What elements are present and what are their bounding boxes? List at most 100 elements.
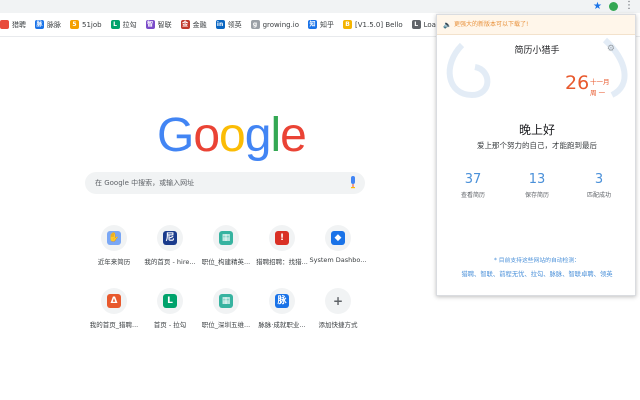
bookmark-label: 金融 bbox=[192, 20, 207, 29]
lagou-icon: L bbox=[163, 294, 177, 308]
shortcut-circle: ! bbox=[269, 225, 295, 251]
search-input[interactable]: 在 Google 中搜索，或输入网址 bbox=[95, 178, 194, 188]
more-menu-icon[interactable]: ⋮ bbox=[624, 0, 634, 11]
bookmark-label: growing.io bbox=[262, 20, 300, 29]
shortcut-circle: ▦ bbox=[213, 225, 239, 251]
shortcut-circle: + bbox=[325, 288, 351, 314]
stat-number: 3 bbox=[594, 172, 604, 187]
bookmark-favicon-icon: g bbox=[250, 20, 260, 29]
bookmark-label: 智联 bbox=[157, 20, 172, 29]
shortcut-label: 添加快捷方式 bbox=[318, 321, 358, 329]
grid-icon: ▦ bbox=[219, 231, 233, 245]
hand-icon: ✋ bbox=[107, 231, 121, 245]
shortcut-tile[interactable]: L 首页 - 拉勾 bbox=[140, 288, 200, 329]
bookmark-item[interactable]: L 拉勾 bbox=[110, 20, 137, 30]
settings-gear-icon[interactable]: ⚙ bbox=[607, 44, 615, 54]
shortcut-tile[interactable]: 尼我的首页 - hire... bbox=[140, 225, 200, 266]
shortcut-circle: L bbox=[157, 288, 183, 314]
liepin-logo-icon: Δ bbox=[107, 294, 121, 308]
hire-icon: 尼 bbox=[163, 231, 177, 245]
logo-letter: o bbox=[219, 109, 246, 162]
bookmark-item[interactable]: 脉脉脉 bbox=[35, 20, 61, 30]
speaker-icon: 🔈 bbox=[443, 21, 452, 29]
bookmark-item[interactable]: g growing.io bbox=[250, 20, 300, 29]
star-icon[interactable]: ★ bbox=[593, 1, 602, 12]
stat-viewed[interactable]: 37 查看简历 bbox=[443, 172, 503, 199]
date-month: 十一月 bbox=[590, 78, 610, 86]
shortcut-circle: 脉 bbox=[269, 288, 295, 314]
browser-toolbar: ★ ⋮ bbox=[0, 0, 640, 13]
shortcut-label: 我的首页_猎聘... bbox=[89, 321, 139, 329]
shortcut-label: 职位_构建精英... bbox=[201, 258, 251, 266]
bookmark-item[interactable]: in 领英 bbox=[215, 20, 242, 30]
stat-number: 37 bbox=[464, 172, 482, 187]
microphone-icon[interactable] bbox=[350, 176, 356, 189]
shortcut-tile[interactable]: + 添加快捷方式 bbox=[308, 288, 368, 329]
stat-matched[interactable]: 3 匹配成功 bbox=[569, 172, 629, 199]
bookmark-favicon-icon: L bbox=[411, 20, 421, 29]
motto: 爱上那个努力的自己，才能跑到最后 bbox=[477, 141, 597, 150]
bookmark-favicon-icon: 5 bbox=[70, 20, 79, 29]
bookmark-label: 51job bbox=[82, 20, 102, 29]
search-box[interactable]: 在 Google 中搜索，或输入网址 bbox=[85, 172, 365, 194]
bookmark-item[interactable]: 知知乎 bbox=[308, 20, 334, 30]
shortcut-circle: ▦ bbox=[213, 288, 239, 314]
shortcut-label: System Dashbo... bbox=[309, 256, 367, 264]
bookmark-label: 脉脉 bbox=[47, 20, 61, 29]
support-note: * 目前支持这些网站的自动检测： bbox=[494, 258, 580, 264]
bookmark-favicon-icon: 金 bbox=[180, 20, 190, 29]
google-logo: Google bbox=[157, 108, 307, 163]
extension-icon[interactable] bbox=[609, 2, 618, 11]
bookmark-item[interactable]: B [V1.5.0] Bello bbox=[343, 20, 403, 29]
bookmark-item[interactable]: 猎聘 bbox=[0, 20, 26, 30]
bookmark-favicon-icon: 知 bbox=[308, 20, 318, 29]
date-weekday: 周 一 bbox=[590, 89, 606, 97]
shortcut-circle: ✋ bbox=[101, 225, 127, 251]
bookmark-favicon-icon: in bbox=[215, 20, 225, 29]
shortcut-tile[interactable]: 脉脉脉·成就职业... bbox=[252, 288, 312, 329]
shortcut-label: 我的首页 - hire... bbox=[144, 258, 196, 266]
shortcut-tile[interactable]: Δ 我的首页_猎聘... bbox=[84, 288, 144, 329]
bookmark-favicon-icon: 智 bbox=[145, 20, 155, 29]
shortcut-tile[interactable]: ▦ 职位_深圳五维... bbox=[196, 288, 256, 329]
shortcut-tile[interactable]: ✋ 近年来简历 bbox=[84, 225, 144, 266]
resume-hunter-popup: 🔈 更强大的新版本可以下载了! 简历小猎手 ⚙ 26 十一月 周 一 晚上好 爱… bbox=[436, 14, 636, 296]
update-notice[interactable]: 🔈 更强大的新版本可以下载了! bbox=[437, 15, 635, 35]
bookmark-item[interactable]: 智智联 bbox=[145, 20, 172, 30]
shortcut-tile[interactable]: ! 猎聘招聘：找猎... bbox=[252, 225, 312, 266]
bookmark-label: [V1.5.0] Bello bbox=[355, 20, 403, 29]
maimai-icon: 脉 bbox=[275, 294, 289, 308]
logo-letter: e bbox=[280, 109, 307, 162]
supported-sites-links[interactable]: 猎聘、智联、前程无忧、拉勾、脉脉、智联卓聘、领英 bbox=[437, 269, 635, 278]
stat-number: 13 bbox=[528, 172, 546, 187]
shortcut-tile[interactable]: ▦ 职位_构建精英... bbox=[196, 225, 256, 266]
bookmark-label: 拉勾 bbox=[122, 20, 137, 29]
shortcut-circle: ◆ bbox=[325, 225, 351, 251]
liepin-icon: ! bbox=[275, 231, 289, 245]
shortcut-label: 脉脉·成就职业... bbox=[258, 321, 306, 329]
shortcut-circle: Δ bbox=[101, 288, 127, 314]
stat-caption: 匹配成功 bbox=[586, 192, 611, 199]
bookmark-item[interactable]: 金金融 bbox=[180, 20, 207, 30]
bookmark-item[interactable]: 5 51job bbox=[70, 20, 102, 29]
greeting: 晚上好 bbox=[518, 123, 555, 137]
bookmark-favicon-icon: B bbox=[343, 20, 353, 29]
logo-letter: G bbox=[157, 109, 194, 162]
shortcut-tile[interactable]: ◆ System Dashbo... bbox=[308, 225, 368, 264]
update-notice-text: 更强大的新版本可以下载了! bbox=[454, 21, 529, 28]
bookmark-label: 知乎 bbox=[320, 20, 335, 29]
stat-caption: 保存简历 bbox=[524, 192, 549, 199]
plus-icon: + bbox=[332, 294, 344, 308]
shortcut-label: 猎聘招聘：找猎... bbox=[256, 258, 308, 266]
bookmark-favicon-icon: 脉 bbox=[35, 20, 44, 29]
stat-saved[interactable]: 13 保存简历 bbox=[507, 172, 567, 199]
logo-letter: o bbox=[193, 109, 220, 162]
shortcut-label: 近年来简历 bbox=[97, 258, 131, 266]
bookmark-favicon-icon bbox=[0, 20, 9, 29]
logo-letter: l bbox=[270, 109, 281, 162]
bookmark-favicon-icon: L bbox=[110, 20, 120, 29]
shortcut-label: 首页 - 拉勾 bbox=[153, 321, 187, 329]
shortcut-circle: 尼 bbox=[157, 225, 183, 251]
logo-letter: g bbox=[244, 109, 272, 162]
bookmark-label: 猎聘 bbox=[12, 20, 26, 29]
